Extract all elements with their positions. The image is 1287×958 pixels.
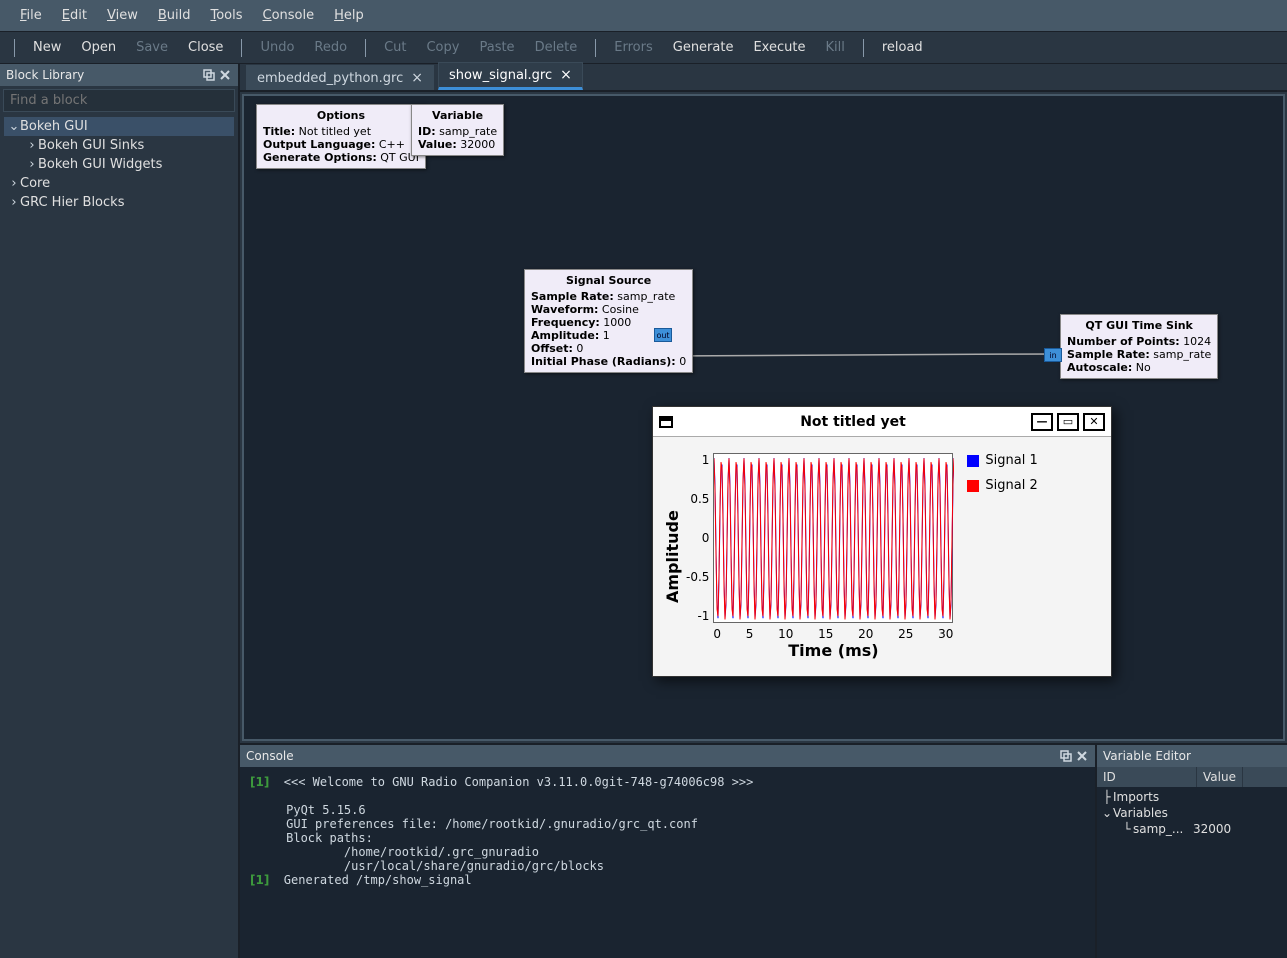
port-in[interactable]: in bbox=[1044, 348, 1062, 362]
tree-item-grc-hier-blocks[interactable]: ›GRC Hier Blocks bbox=[4, 193, 234, 212]
block-library-title: Block Library bbox=[6, 68, 84, 82]
block-search bbox=[3, 89, 235, 112]
search-input[interactable] bbox=[3, 89, 235, 112]
toolbtn-paste: Paste bbox=[469, 37, 524, 58]
toolbtn-save: Save bbox=[126, 37, 178, 58]
toolbtn-new[interactable]: New bbox=[23, 37, 71, 58]
maximize-button[interactable]: ▭ bbox=[1057, 413, 1079, 431]
tree-item-core[interactable]: ›Core bbox=[4, 174, 234, 193]
variable-editor-panel: Variable Editor ID Value ├Imports⌄Variab… bbox=[1097, 745, 1287, 958]
minimize-button[interactable]: — bbox=[1031, 413, 1053, 431]
toolbar-sep bbox=[595, 39, 596, 57]
tree-item-bokeh-gui-widgets[interactable]: ›Bokeh GUI Widgets bbox=[4, 155, 234, 174]
menu-tools[interactable]: Tools bbox=[200, 4, 252, 27]
toolbtn-cut: Cut bbox=[374, 37, 416, 58]
menubar: FileEditViewBuildToolsConsoleHelp bbox=[0, 0, 1287, 32]
col-id[interactable]: ID bbox=[1097, 767, 1197, 787]
block-tree[interactable]: ⌄Bokeh GUI›Bokeh GUI Sinks›Bokeh GUI Wid… bbox=[0, 115, 238, 958]
editor-tabs: embedded_python.grc×show_signal.grc× bbox=[240, 64, 1287, 92]
tree-item-bokeh-gui[interactable]: ⌄Bokeh GUI bbox=[4, 117, 234, 136]
menu-edit[interactable]: Edit bbox=[52, 4, 97, 27]
toolbar-sep bbox=[863, 39, 864, 57]
toolbtn-errors: Errors bbox=[604, 37, 662, 58]
close-button[interactable]: ✕ bbox=[1083, 413, 1105, 431]
xlabel: Time (ms) bbox=[713, 641, 953, 660]
detach-icon[interactable] bbox=[202, 68, 216, 82]
flowgraph-canvas[interactable]: OptionsTitle: Not titled yetOutput Langu… bbox=[242, 94, 1285, 741]
close-icon[interactable]: × bbox=[560, 67, 572, 83]
block-sink[interactable]: QT GUI Time SinkNumber of Points: 1024Sa… bbox=[1060, 314, 1218, 379]
col-value[interactable]: Value bbox=[1197, 767, 1243, 787]
window-icon bbox=[659, 416, 673, 428]
toolbtn-execute[interactable]: Execute bbox=[743, 37, 815, 58]
tab-embedded_python-grc[interactable]: embedded_python.grc× bbox=[246, 65, 434, 90]
toolbtn-redo: Redo bbox=[304, 37, 357, 58]
yticks: 10.50-0.5-1 bbox=[682, 453, 713, 623]
toolbtn-delete: Delete bbox=[525, 37, 588, 58]
console-header: Console bbox=[240, 745, 1095, 767]
varrow[interactable]: └samp_...32000 bbox=[1099, 821, 1285, 837]
vartable-header: ID Value bbox=[1097, 767, 1287, 787]
toolbtn-close[interactable]: Close bbox=[178, 37, 233, 58]
ylabel: Amplitude bbox=[663, 453, 682, 660]
qt-title: Not titled yet bbox=[679, 414, 1027, 430]
toolbtn-reload[interactable]: reload bbox=[872, 37, 933, 58]
toolbtn-generate[interactable]: Generate bbox=[663, 37, 744, 58]
toolbar: NewOpenSaveClose UndoRedo CutCopyPasteDele… bbox=[0, 32, 1287, 64]
close-panel-icon[interactable] bbox=[218, 68, 232, 82]
console-panel: Console [1] <<< Welcome to GNU Radio Com… bbox=[240, 745, 1097, 958]
block-variable[interactable]: VariableID: samp_rateValue: 32000 bbox=[411, 104, 504, 156]
xticks: 051015202530 bbox=[713, 623, 953, 641]
toolbar-sep bbox=[241, 39, 242, 57]
block-library-panel: Block Library ⌄Bokeh GUI›Bokeh GUI Sinks… bbox=[0, 64, 240, 958]
menu-view[interactable]: View bbox=[97, 4, 148, 27]
toolbtn-kill: Kill bbox=[815, 37, 854, 58]
menu-help[interactable]: Help bbox=[324, 4, 374, 27]
variable-editor-header: Variable Editor bbox=[1097, 745, 1287, 767]
vargroup-variables[interactable]: ⌄Variables bbox=[1099, 805, 1285, 821]
qt-titlebar[interactable]: Not titled yet—▭✕ bbox=[653, 407, 1111, 437]
console-output[interactable]: [1] <<< Welcome to GNU Radio Companion v… bbox=[240, 767, 1095, 958]
toolbar-sep bbox=[14, 39, 15, 57]
close-panel-icon[interactable] bbox=[1075, 749, 1089, 763]
menu-build[interactable]: Build bbox=[148, 4, 201, 27]
menu-console[interactable]: Console bbox=[253, 4, 325, 27]
console-title: Console bbox=[246, 749, 294, 763]
vargroup-imports[interactable]: ├Imports bbox=[1099, 789, 1285, 805]
toolbar-sep bbox=[365, 39, 366, 57]
tab-show_signal-grc[interactable]: show_signal.grc× bbox=[438, 62, 583, 90]
legend: Signal 1Signal 2 bbox=[953, 453, 1037, 660]
toolbtn-open[interactable]: Open bbox=[71, 37, 126, 58]
chart[interactable] bbox=[713, 453, 953, 623]
tree-item-bokeh-gui-sinks[interactable]: ›Bokeh GUI Sinks bbox=[4, 136, 234, 155]
block-options[interactable]: OptionsTitle: Not titled yetOutput Langu… bbox=[256, 104, 426, 169]
variable-editor-title: Variable Editor bbox=[1103, 749, 1191, 763]
block-signal[interactable]: Signal SourceSample Rate: samp_rateWavef… bbox=[524, 269, 693, 373]
close-icon[interactable]: × bbox=[411, 70, 423, 86]
toolbtn-copy: Copy bbox=[416, 37, 469, 58]
port-out[interactable]: out bbox=[654, 328, 672, 342]
detach-icon[interactable] bbox=[1059, 749, 1073, 763]
vartable-body[interactable]: ├Imports⌄Variables└samp_...32000 bbox=[1097, 787, 1287, 958]
qt-output-window[interactable]: Not titled yet—▭✕Amplitude10.50-0.5-1051… bbox=[652, 406, 1112, 677]
block-library-header: Block Library bbox=[0, 64, 238, 86]
plot-area: Amplitude10.50-0.5-1051015202530Time (ms… bbox=[653, 437, 1111, 676]
toolbtn-undo: Undo bbox=[250, 37, 304, 58]
menu-file[interactable]: File bbox=[10, 4, 52, 27]
